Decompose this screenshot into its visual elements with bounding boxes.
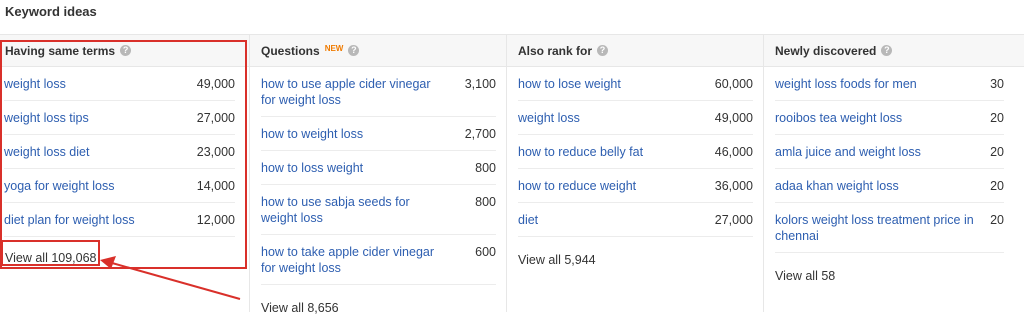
keyword-volume: 30 [990,77,1004,91]
keyword-link[interactable]: how to use apple cider vinegar for weigh… [261,76,441,108]
keyword-row: amla juice and weight loss 20 [775,135,1004,169]
help-icon[interactable]: ? [348,45,360,56]
keyword-row: how to take apple cider vinegar for weig… [261,235,496,285]
keyword-volume: 20 [990,111,1004,125]
keyword-volume: 46,000 [714,145,753,159]
keyword-row: kolors weight loss treatment price in ch… [775,203,1004,253]
keyword-row: how to use sabja seeds for weight loss 8… [261,185,496,235]
keyword-link[interactable]: how to reduce weight [518,178,636,194]
keyword-row: weight loss 49,000 [4,67,235,101]
column-having-same-terms: Having same terms ? weight loss 49,000 w… [0,35,250,312]
keyword-link[interactable]: weight loss tips [4,110,89,126]
keyword-row: how to use apple cider vinegar for weigh… [261,67,496,117]
column-title: Having same terms [5,43,116,58]
keyword-volume: 12,000 [196,213,235,227]
keyword-link[interactable]: rooibos tea weight loss [775,110,902,126]
view-all-link[interactable]: View all 109,068 [5,251,249,265]
keyword-link[interactable]: adaa khan weight loss [775,178,899,194]
keyword-volume: 20 [990,213,1004,227]
view-all-link[interactable]: View all 8,656 [261,301,506,315]
column-title: Newly discovered [775,43,877,58]
keyword-link[interactable]: how to weight loss [261,126,363,142]
keyword-volume: 800 [475,195,496,209]
keyword-row: weight loss tips 27,000 [4,101,235,135]
keyword-link[interactable]: amla juice and weight loss [775,144,921,160]
keyword-volume: 27,000 [714,213,753,227]
keyword-link[interactable]: weight loss diet [4,144,89,160]
keyword-row: weight loss 49,000 [518,101,753,135]
view-all-link[interactable]: View all 5,944 [518,253,763,267]
help-icon[interactable]: ? [120,45,132,56]
keyword-volume: 20 [990,179,1004,193]
view-all-link[interactable]: View all 58 [775,269,1024,283]
keyword-row: yoga for weight loss 14,000 [4,169,235,203]
keyword-link[interactable]: diet plan for weight loss [4,212,135,228]
keyword-volume: 49,000 [714,111,753,125]
keyword-volume: 600 [475,245,496,259]
keyword-link[interactable]: how to loss weight [261,160,363,176]
column-header: Having same terms ? [0,35,249,67]
column-newly-discovered: Newly discovered ? weight loss foods for… [764,35,1024,312]
keyword-link[interactable]: diet [518,212,538,228]
keyword-row: adaa khan weight loss 20 [775,169,1004,203]
keyword-link[interactable]: how to take apple cider vinegar for weig… [261,244,441,276]
keyword-link[interactable]: how to use sabja seeds for weight loss [261,194,441,226]
keyword-volume: 36,000 [714,179,753,193]
keyword-row: rooibos tea weight loss 20 [775,101,1004,135]
keyword-row: how to reduce weight 36,000 [518,169,753,203]
column-header: Newly discovered ? [764,35,1024,67]
help-icon[interactable]: ? [881,45,893,56]
keyword-row: how to loss weight 800 [261,151,496,185]
keyword-volume: 2,700 [464,127,496,141]
keyword-link[interactable]: weight loss foods for men [775,76,917,92]
keyword-volume: 27,000 [196,111,235,125]
keyword-volume: 14,000 [196,179,235,193]
column-also-rank-for: Also rank for ? how to lose weight 60,00… [507,35,764,312]
keyword-volume: 3,100 [464,77,496,91]
keyword-link[interactable]: weight loss [4,76,66,92]
column-header: Questions NEW ? [250,35,506,67]
keyword-ideas-panel: Having same terms ? weight loss 49,000 w… [0,34,1024,315]
column-questions: Questions NEW ? how to use apple cider v… [250,35,507,315]
keyword-row: how to lose weight 60,000 [518,67,753,101]
keyword-row: weight loss foods for men 30 [775,67,1004,101]
keyword-volume: 49,000 [196,77,235,91]
keyword-row: diet plan for weight loss 12,000 [4,203,235,237]
column-header: Also rank for ? [507,35,763,67]
new-badge: NEW [324,44,344,53]
page-title: Keyword ideas [5,4,97,19]
keyword-link[interactable]: how to reduce belly fat [518,144,643,160]
keyword-row: how to weight loss 2,700 [261,117,496,151]
help-icon[interactable]: ? [597,45,609,56]
keyword-volume: 800 [475,161,496,175]
keyword-volume: 20 [990,145,1004,159]
keyword-row: how to reduce belly fat 46,000 [518,135,753,169]
keyword-row: weight loss diet 23,000 [4,135,235,169]
keyword-link[interactable]: weight loss [518,110,580,126]
keyword-link[interactable]: kolors weight loss treatment price in ch… [775,212,975,244]
keyword-link[interactable]: yoga for weight loss [4,178,114,194]
keyword-volume: 60,000 [714,77,753,91]
keyword-link[interactable]: how to lose weight [518,76,621,92]
column-title: Also rank for [518,43,593,58]
keyword-row: diet 27,000 [518,203,753,237]
column-title: Questions [261,43,320,58]
keyword-volume: 23,000 [196,145,235,159]
